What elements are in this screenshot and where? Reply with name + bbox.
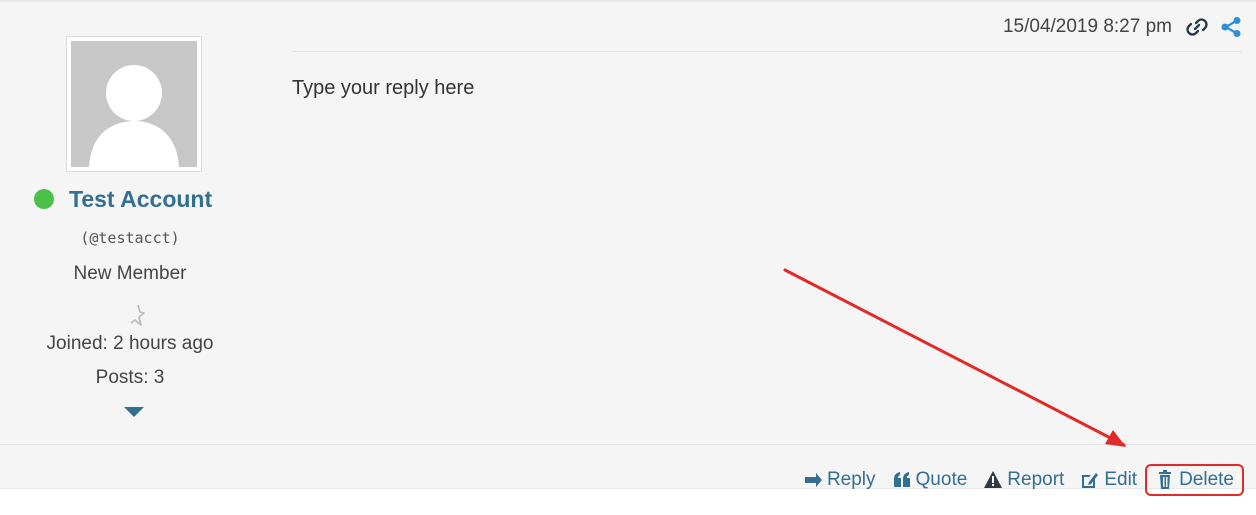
forum-post: Test Account (@testacct) New Member Join… — [0, 0, 1256, 489]
author-panel: Test Account (@testacct) New Member Join… — [0, 0, 260, 440]
reply-label: Reply — [826, 469, 876, 490]
edit-icon — [1082, 473, 1099, 488]
report-button[interactable]: Report — [983, 464, 1064, 496]
online-status-icon — [34, 189, 54, 209]
delete-button[interactable]: Delete — [1145, 464, 1244, 496]
report-label: Report — [1007, 469, 1065, 490]
default-avatar-icon — [71, 41, 197, 167]
quote-icon — [893, 472, 910, 487]
rank-star-icon — [130, 304, 145, 326]
post-meta: 15/04/2019 8:27 pm — [1003, 14, 1242, 40]
post-count: Posts: 3 — [95, 367, 165, 388]
delete-label: Delete — [1179, 469, 1234, 490]
footer-divider — [0, 444, 1256, 445]
content-divider — [292, 51, 1242, 52]
author-username: (@testacct) — [80, 229, 180, 247]
edit-label: Edit — [1104, 469, 1138, 490]
post-body: Type your reply here — [292, 77, 475, 99]
post-date: 15/04/2019 8:27 pm — [1002, 16, 1172, 37]
post-actions: Reply Quote Report Edit Delete — [787, 462, 1244, 498]
author-name-row: Test Account — [34, 184, 212, 214]
post-content: 15/04/2019 8:27 pm Type your reply here — [292, 0, 1242, 440]
warning-icon — [984, 471, 1003, 488]
expand-profile-icon[interactable] — [122, 405, 146, 419]
avatar[interactable] — [66, 36, 202, 172]
share-icon[interactable] — [1220, 16, 1242, 38]
author-name-link[interactable]: Test Account — [69, 186, 212, 213]
link-icon[interactable] — [1186, 16, 1208, 38]
edit-button[interactable]: Edit — [1080, 464, 1137, 496]
quote-button[interactable]: Quote — [892, 464, 968, 496]
joined-date: Joined: 2 hours ago — [46, 333, 214, 354]
trash-icon — [1159, 470, 1172, 489]
member-title: New Member — [73, 263, 187, 284]
quote-label: Quote — [915, 469, 968, 490]
reply-icon — [804, 473, 822, 487]
reply-button[interactable]: Reply — [803, 464, 876, 496]
